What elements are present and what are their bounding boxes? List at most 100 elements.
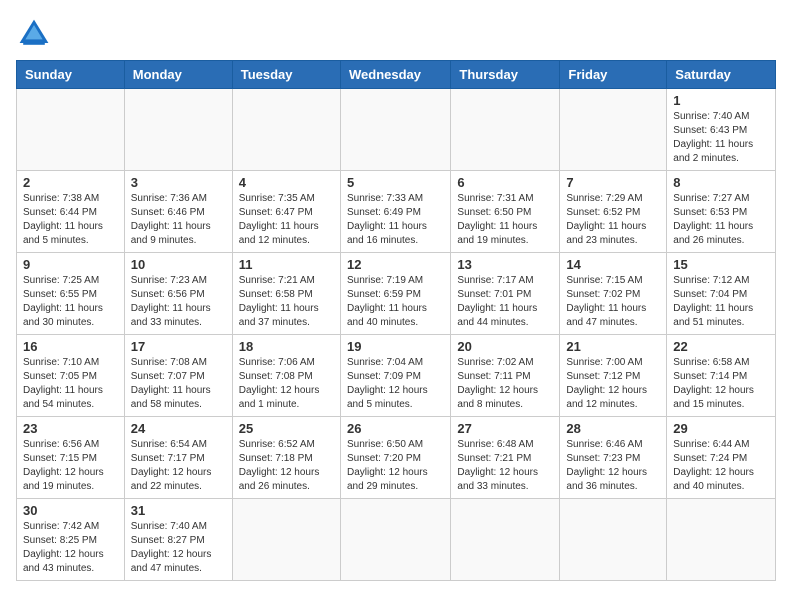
calendar-cell: 26Sunrise: 6:50 AM Sunset: 7:20 PM Dayli…	[340, 417, 450, 499]
day-number: 3	[131, 175, 226, 190]
calendar-cell: 7 Sunrise: 7:29 AM Sunset: 6:52 PM Daylig…	[560, 171, 667, 253]
day-number: 15	[673, 257, 769, 272]
day-number: 18	[239, 339, 334, 354]
day-info: Sunrise: 7:12 AM Sunset: 7:04 PM Dayligh…	[673, 274, 769, 330]
calendar-cell: 15 Sunrise: 7:12 AM Sunset: 7:04 PM Dayli…	[667, 253, 776, 335]
calendar-cell: 10 Sunrise: 7:23 AM Sunset: 6:56 PM Dayli…	[124, 253, 232, 335]
calendar-cell: 27 Sunrise: 6:48 AM Sunset: 7:21 PM Dayli…	[451, 417, 560, 499]
logo	[16, 16, 56, 52]
day-number: 30	[23, 503, 118, 518]
day-number: 27	[457, 421, 553, 436]
day-info: Sunrise: 7:35 AM Sunset: 6:47 PM Dayligh…	[239, 192, 334, 248]
day-number: 26	[347, 421, 444, 436]
day-number: 6	[457, 175, 553, 190]
weekday-header-monday: Monday	[124, 61, 232, 89]
calendar-cell	[232, 499, 340, 581]
day-info: Sunrise: 7:36 AM Sunset: 6:46 PM Dayligh…	[131, 192, 226, 248]
day-info: Sunrise: 7:40 AM Sunset: 8:27 PM Dayligh…	[131, 520, 226, 576]
calendar-cell	[451, 89, 560, 171]
day-number: 12	[347, 257, 444, 272]
day-info: Sunrise: 7:23 AM Sunset: 6:56 PM Dayligh…	[131, 274, 226, 330]
day-info: Sunrise: 7:42 AM Sunset: 8:25 PM Dayligh…	[23, 520, 118, 576]
day-number: 19	[347, 339, 444, 354]
day-number: 17	[131, 339, 226, 354]
calendar-cell: 25 Sunrise: 6:52 AM Sunset: 7:18 PM Dayli…	[232, 417, 340, 499]
day-number: 20	[457, 339, 553, 354]
day-info: Sunrise: 7:38 AM Sunset: 6:44 PM Dayligh…	[23, 192, 118, 248]
calendar-cell: 21Sunrise: 7:00 AM Sunset: 7:12 PM Dayli…	[560, 335, 667, 417]
day-number: 22	[673, 339, 769, 354]
day-number: 7	[566, 175, 660, 190]
calendar-week-3: 16Sunrise: 7:10 AM Sunset: 7:05 PM Dayli…	[17, 335, 776, 417]
calendar-cell: 29 Sunrise: 6:44 AM Sunset: 7:24 PM Dayli…	[667, 417, 776, 499]
day-number: 24	[131, 421, 226, 436]
page-header	[16, 16, 776, 52]
calendar-cell: 30 Sunrise: 7:42 AM Sunset: 8:25 PM Dayli…	[17, 499, 125, 581]
calendar-cell: 18 Sunrise: 7:06 AM Sunset: 7:08 PM Dayli…	[232, 335, 340, 417]
calendar-cell: 2Sunrise: 7:38 AM Sunset: 6:44 PM Daylig…	[17, 171, 125, 253]
day-info: Sunrise: 6:52 AM Sunset: 7:18 PM Dayligh…	[239, 438, 334, 494]
logo-icon	[16, 16, 52, 52]
calendar: SundayMondayTuesdayWednesdayThursdayFrid…	[16, 60, 776, 581]
calendar-cell: 1 Sunrise: 7:40 AM Sunset: 6:43 PM Daylig…	[667, 89, 776, 171]
calendar-cell: 3 Sunrise: 7:36 AM Sunset: 6:46 PM Daylig…	[124, 171, 232, 253]
day-info: Sunrise: 7:40 AM Sunset: 6:43 PM Dayligh…	[673, 110, 769, 166]
calendar-cell: 22 Sunrise: 6:58 AM Sunset: 7:14 PM Dayli…	[667, 335, 776, 417]
weekday-header-wednesday: Wednesday	[340, 61, 450, 89]
weekday-header-tuesday: Tuesday	[232, 61, 340, 89]
day-number: 23	[23, 421, 118, 436]
day-info: Sunrise: 6:44 AM Sunset: 7:24 PM Dayligh…	[673, 438, 769, 494]
day-number: 25	[239, 421, 334, 436]
day-info: Sunrise: 7:19 AM Sunset: 6:59 PM Dayligh…	[347, 274, 444, 330]
calendar-cell	[667, 499, 776, 581]
calendar-cell	[451, 499, 560, 581]
day-number: 16	[23, 339, 118, 354]
day-number: 14	[566, 257, 660, 272]
calendar-cell	[124, 89, 232, 171]
calendar-week-5: 30 Sunrise: 7:42 AM Sunset: 8:25 PM Dayli…	[17, 499, 776, 581]
calendar-cell	[232, 89, 340, 171]
day-info: Sunrise: 7:33 AM Sunset: 6:49 PM Dayligh…	[347, 192, 444, 248]
calendar-cell: 23Sunrise: 6:56 AM Sunset: 7:15 PM Dayli…	[17, 417, 125, 499]
day-info: Sunrise: 7:04 AM Sunset: 7:09 PM Dayligh…	[347, 356, 444, 412]
day-number: 29	[673, 421, 769, 436]
day-info: Sunrise: 6:46 AM Sunset: 7:23 PM Dayligh…	[566, 438, 660, 494]
day-number: 31	[131, 503, 226, 518]
day-info: Sunrise: 7:27 AM Sunset: 6:53 PM Dayligh…	[673, 192, 769, 248]
day-number: 5	[347, 175, 444, 190]
day-number: 9	[23, 257, 118, 272]
weekday-header-sunday: Sunday	[17, 61, 125, 89]
weekday-header-friday: Friday	[560, 61, 667, 89]
day-info: Sunrise: 7:25 AM Sunset: 6:55 PM Dayligh…	[23, 274, 118, 330]
calendar-cell: 14Sunrise: 7:15 AM Sunset: 7:02 PM Dayli…	[560, 253, 667, 335]
day-info: Sunrise: 7:02 AM Sunset: 7:11 PM Dayligh…	[457, 356, 553, 412]
day-number: 21	[566, 339, 660, 354]
calendar-cell: 16Sunrise: 7:10 AM Sunset: 7:05 PM Dayli…	[17, 335, 125, 417]
day-info: Sunrise: 7:08 AM Sunset: 7:07 PM Dayligh…	[131, 356, 226, 412]
day-info: Sunrise: 6:58 AM Sunset: 7:14 PM Dayligh…	[673, 356, 769, 412]
calendar-week-1: 2Sunrise: 7:38 AM Sunset: 6:44 PM Daylig…	[17, 171, 776, 253]
calendar-week-2: 9 Sunrise: 7:25 AM Sunset: 6:55 PM Daylig…	[17, 253, 776, 335]
day-info: Sunrise: 7:29 AM Sunset: 6:52 PM Dayligh…	[566, 192, 660, 248]
calendar-week-4: 23Sunrise: 6:56 AM Sunset: 7:15 PM Dayli…	[17, 417, 776, 499]
day-info: Sunrise: 6:54 AM Sunset: 7:17 PM Dayligh…	[131, 438, 226, 494]
calendar-cell	[340, 499, 450, 581]
calendar-cell	[17, 89, 125, 171]
calendar-cell: 5 Sunrise: 7:33 AM Sunset: 6:49 PM Daylig…	[340, 171, 450, 253]
calendar-cell: 9 Sunrise: 7:25 AM Sunset: 6:55 PM Daylig…	[17, 253, 125, 335]
day-info: Sunrise: 6:48 AM Sunset: 7:21 PM Dayligh…	[457, 438, 553, 494]
calendar-cell: 4Sunrise: 7:35 AM Sunset: 6:47 PM Daylig…	[232, 171, 340, 253]
calendar-cell: 12 Sunrise: 7:19 AM Sunset: 6:59 PM Dayli…	[340, 253, 450, 335]
calendar-cell: 28Sunrise: 6:46 AM Sunset: 7:23 PM Dayli…	[560, 417, 667, 499]
day-number: 13	[457, 257, 553, 272]
day-info: Sunrise: 7:06 AM Sunset: 7:08 PM Dayligh…	[239, 356, 334, 412]
calendar-week-0: 1 Sunrise: 7:40 AM Sunset: 6:43 PM Daylig…	[17, 89, 776, 171]
day-number: 10	[131, 257, 226, 272]
day-number: 11	[239, 257, 334, 272]
calendar-cell	[560, 89, 667, 171]
day-info: Sunrise: 7:31 AM Sunset: 6:50 PM Dayligh…	[457, 192, 553, 248]
weekday-header-saturday: Saturday	[667, 61, 776, 89]
calendar-cell: 19 Sunrise: 7:04 AM Sunset: 7:09 PM Dayli…	[340, 335, 450, 417]
day-info: Sunrise: 7:21 AM Sunset: 6:58 PM Dayligh…	[239, 274, 334, 330]
day-number: 1	[673, 93, 769, 108]
